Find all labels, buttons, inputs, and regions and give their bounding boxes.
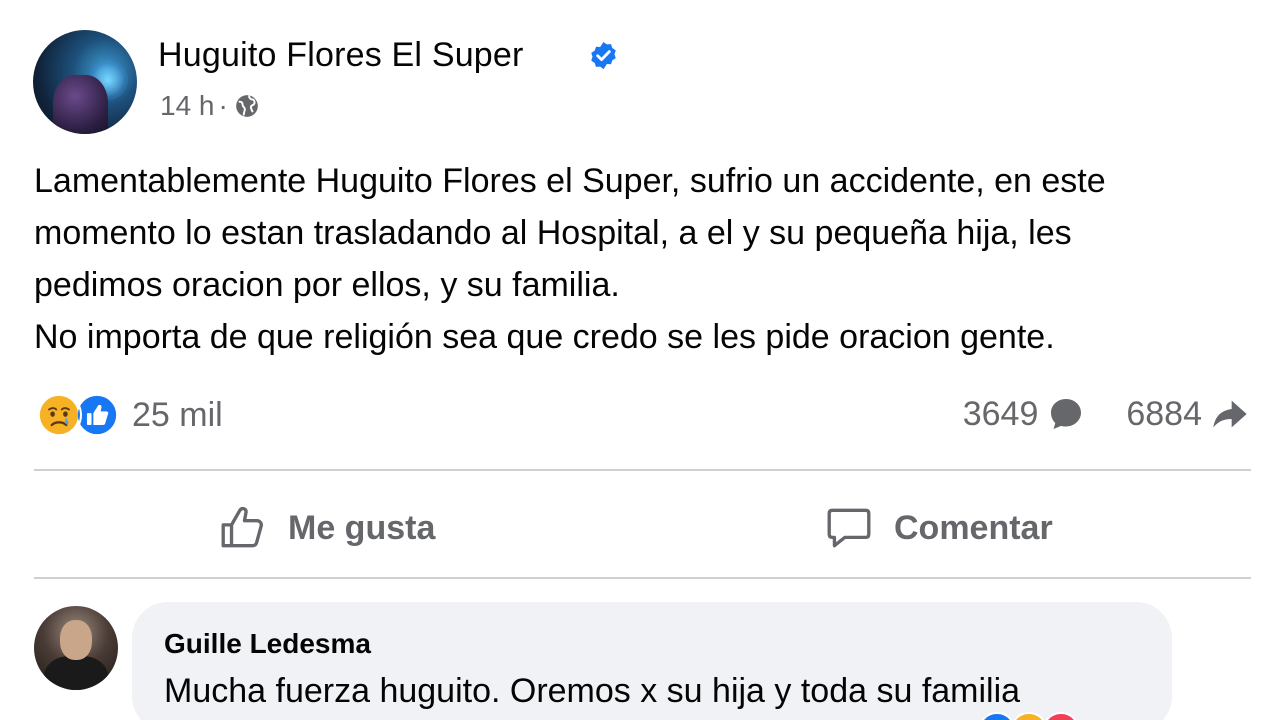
post-stats: 3649 6884 [963,394,1250,434]
author-name[interactable]: Huguito Flores El Super [158,36,524,75]
post-body: Lamentablemente Huguito Flores el Super,… [34,155,1264,363]
post-time[interactable]: 14 h [160,90,215,122]
comment-icon [827,508,871,548]
verified-badge-icon [591,41,616,70]
comments-count[interactable]: 3649 [963,395,1039,434]
avatar-figure [53,75,108,134]
shares-count[interactable]: 6884 [1126,395,1202,434]
comment-reactions[interactable] [978,712,1080,720]
post-text-line: pedimos oracion por ellos, y su familia. [34,266,620,304]
reactions-summary[interactable]: 25 mil [36,392,223,438]
comment-author[interactable]: Guille Ledesma [164,628,371,660]
divider [34,577,1251,579]
like-button[interactable]: Me gusta [218,500,435,556]
facebook-post: Huguito Flores El Super 14 h · Lamentabl… [0,0,1280,720]
sad-icon [36,392,82,438]
comment-text: Mucha fuerza huguito. Oremos x su hija y… [164,672,1021,710]
meta-separator: · [218,90,228,121]
post-text-line: No importa de que religión sea que credo… [34,318,1055,356]
post-meta: 14 h · [160,90,260,122]
author-avatar[interactable] [33,30,137,134]
post-text-line: momento lo estan trasladando al Hospital… [34,214,1072,252]
post-text-line: Lamentablemente Huguito Flores el Super,… [34,162,1106,200]
commenter-avatar[interactable] [34,606,118,690]
avatar-face [60,620,92,660]
comment-label: Comentar [894,508,1053,547]
like-label: Me gusta [288,508,436,547]
comment-bubble-icon [1051,399,1082,429]
love-icon [1042,712,1080,720]
comment-bubble: Guille Ledesma Mucha fuerza huguito. Ore… [132,602,1172,720]
reaction-count: 25 mil [132,395,223,434]
thumbs-up-icon [221,506,263,548]
like-icon [978,712,1016,720]
sad-icon [1010,712,1048,720]
globe-icon[interactable] [234,93,260,119]
share-arrow-icon [1213,400,1247,428]
comment-button[interactable]: Comentar [824,500,1053,556]
divider [34,469,1251,471]
avatar-body [44,656,108,690]
